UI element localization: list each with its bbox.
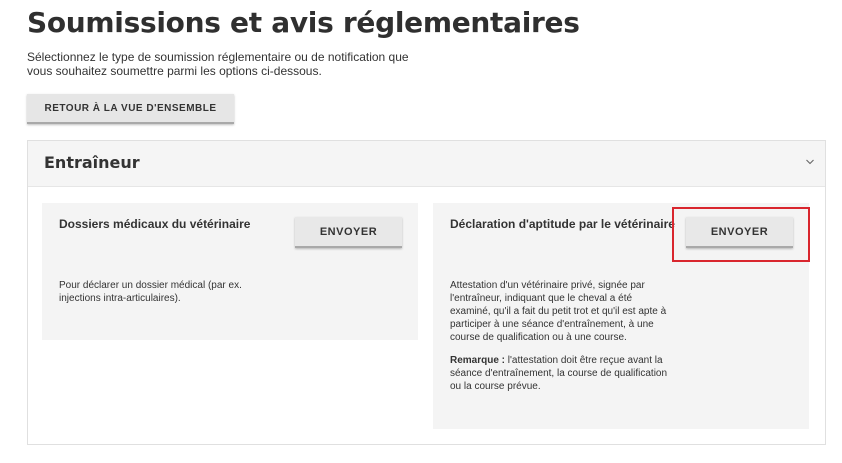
accordion-trainer: Entraîneur Dossiers médicaux du vétérina… bbox=[27, 140, 826, 445]
note-label: Remarque : bbox=[450, 355, 506, 366]
card-veterinary-medical-records: Dossiers médicaux du vétérinaire ENVOYER… bbox=[42, 203, 418, 340]
card-title: Dossiers médicaux du vétérinaire bbox=[59, 217, 251, 231]
card-note: Remarque : l'attestation doit être reçue… bbox=[450, 354, 670, 393]
chevron-down-icon[interactable] bbox=[805, 157, 815, 167]
page-intro: Sélectionnez le type de soumission régle… bbox=[27, 50, 409, 78]
send-fitness-declaration-button[interactable]: ENVOYER bbox=[686, 217, 793, 248]
page-title: Soumissions et avis réglementaires bbox=[27, 6, 580, 39]
accordion-title: Entraîneur bbox=[44, 153, 140, 172]
card-veterinary-fitness-declaration: Déclaration d'aptitude par le vétérinair… bbox=[433, 203, 809, 429]
card-description: Attestation d'un vétérinaire privé, sign… bbox=[450, 280, 667, 343]
card-description: Pour déclarer un dossier médical (par ex… bbox=[59, 280, 242, 304]
card-title: Déclaration d'aptitude par le vétérinair… bbox=[450, 217, 675, 231]
back-to-overview-button[interactable]: RETOUR À LA VUE D'ENSEMBLE bbox=[27, 94, 234, 124]
send-medical-records-button[interactable]: ENVOYER bbox=[295, 217, 402, 248]
accordion-header[interactable]: Entraîneur bbox=[28, 141, 825, 187]
